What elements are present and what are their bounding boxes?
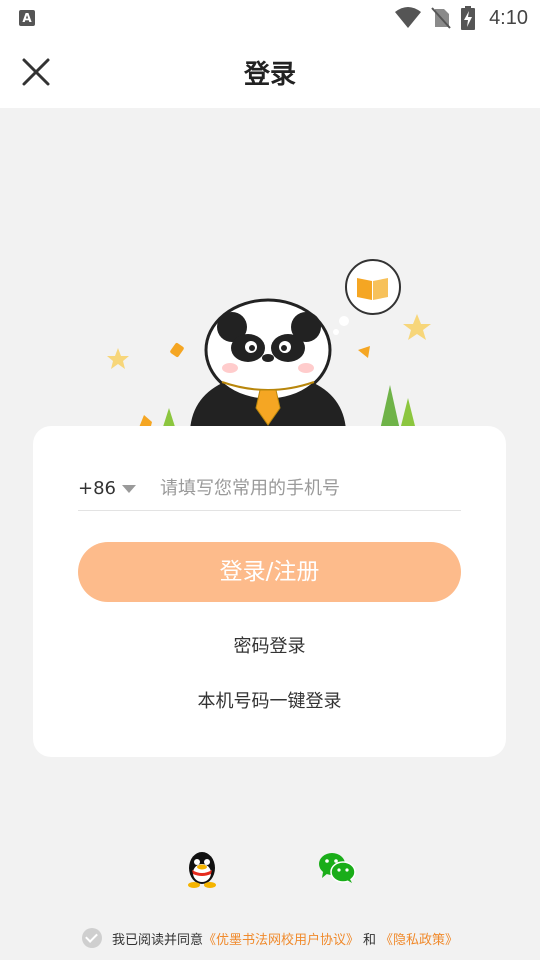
pencil-icon [170,343,184,357]
country-code: +86 [78,477,116,499]
pen-nib-icon [358,346,370,358]
country-code-selector[interactable]: +86 [78,478,136,499]
user-agreement-link[interactable]: 《优墨书法网校用户协议》 [203,929,359,948]
social-login [0,848,540,890]
phone-row: +86 [78,466,461,511]
status-time: 4:10 [489,6,528,29]
agreement-prefix: 我已阅读并同意 [111,932,203,948]
book-icon [357,278,372,300]
wechat-icon [319,853,356,883]
caret-down-icon [122,485,136,493]
login-card: +86 登录/注册 密码登录 本机号码一键登录 [33,426,506,757]
status-icons: 4:10 [395,6,528,30]
app-badge-icon: A [19,10,35,26]
wechat-login-button[interactable] [318,852,356,884]
qq-icon [188,852,216,888]
status-bar: A 4:10 [0,0,540,36]
star-left-icon [107,348,129,369]
page-title: 登录 [243,60,296,90]
phone-input[interactable] [158,476,461,500]
battery-charging-icon [461,6,476,30]
header: 登录 [0,36,540,108]
qq-login-button[interactable] [184,848,220,888]
password-login-link[interactable]: 密码登录 [33,632,506,658]
privacy-policy-link[interactable]: 《隐私政策》 [380,929,458,948]
agreement-row: 我已阅读并同意 《优墨书法网校用户协议》 和 《隐私政策》 [0,926,540,950]
agreement-conjunction: 和 [363,932,377,948]
agreement-checkbox[interactable] [81,928,102,948]
one-click-login-link[interactable]: 本机号码一键登录 [33,687,506,713]
login-register-button[interactable]: 登录/注册 [78,542,461,602]
panda-illustration [107,259,431,430]
star-right-icon [403,314,431,340]
no-sim-icon [431,7,451,29]
wifi-icon [395,7,422,28]
